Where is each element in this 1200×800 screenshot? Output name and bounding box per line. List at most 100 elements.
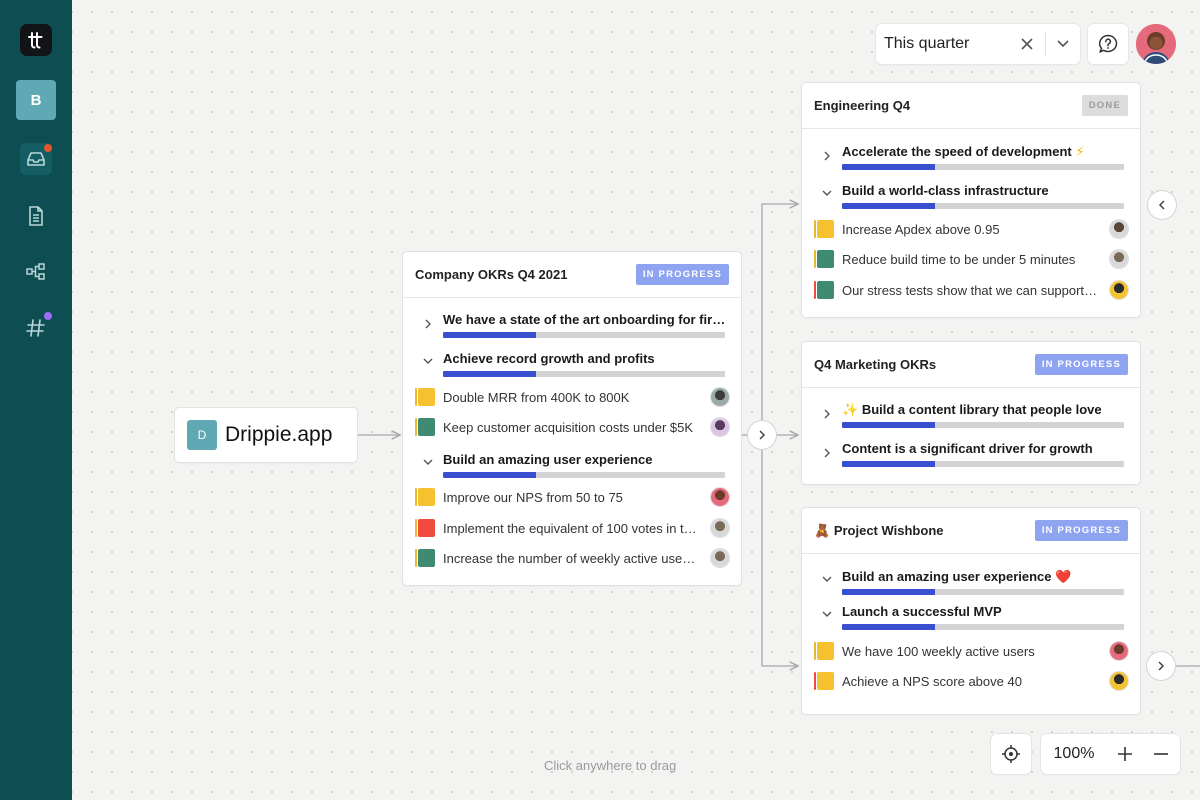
objective-title: Achieve record growth and profits <box>443 351 655 366</box>
okr-card-company[interactable]: Company OKRs Q4 2021 IN PROGRESS We have… <box>403 252 741 585</box>
recenter-button[interactable] <box>991 734 1031 774</box>
objective-title: We have a state of the art onboarding fo… <box>443 312 727 327</box>
help-icon <box>1099 34 1118 53</box>
objective-progress <box>842 422 1124 428</box>
objective-progress <box>842 461 1124 467</box>
plus-icon <box>1118 747 1132 761</box>
chevron-left-icon <box>1158 200 1165 210</box>
key-result-row[interactable]: Increase the number of weekly active use… <box>415 546 729 570</box>
key-result-row[interactable]: Reduce build time to be under 5 minutes <box>814 247 1128 271</box>
objective-title: Build an amazing user experience ❤️ <box>842 569 1072 584</box>
okr-card-wishbone[interactable]: 🧸 Project Wishbone IN PROGRESS Build an … <box>802 508 1140 714</box>
key-result-row[interactable]: Our stress tests show that we can suppor… <box>814 278 1128 302</box>
objective-row[interactable]: Accelerate the speed of development ⚡ <box>802 143 1140 181</box>
avatar <box>711 549 729 567</box>
workspace-button[interactable]: B <box>16 80 56 120</box>
zoom-level: 100% <box>1053 745 1095 762</box>
document-icon[interactable] <box>20 200 52 232</box>
root-node[interactable]: D Drippie.app <box>175 408 357 462</box>
key-result-text: Keep customer acquisition costs under $5… <box>443 419 694 435</box>
chevron-down-icon <box>822 190 832 196</box>
chevron-right-icon <box>824 409 830 419</box>
avatar <box>711 388 729 406</box>
avatar <box>711 418 729 436</box>
sidebar: B <box>0 0 72 800</box>
key-result-row[interactable]: Keep customer acquisition costs under $5… <box>415 415 729 439</box>
org-tree-icon[interactable] <box>20 256 52 288</box>
objective-progress <box>443 371 725 377</box>
zoom-in-button[interactable] <box>1107 734 1143 774</box>
key-result-row[interactable]: Double MRR from 400K to 800K <box>415 385 729 409</box>
root-name: Drippie.app <box>225 423 333 446</box>
card-title: Company OKRs Q4 2021 <box>415 267 568 282</box>
avatar <box>1110 672 1128 690</box>
avatar <box>711 519 729 537</box>
help-button[interactable] <box>1088 24 1128 64</box>
status-badge: IN PROGRESS <box>1034 354 1128 375</box>
status-badge: DONE <box>1081 95 1128 116</box>
objective-title: ✨ Build a content library that people lo… <box>842 402 1102 417</box>
objective-row[interactable]: Build an amazing user experience <box>403 451 741 489</box>
key-result-row[interactable]: Increase Apdex above 0.95 <box>814 217 1128 241</box>
card-title: Q4 Marketing OKRs <box>814 357 937 372</box>
app-logo-icon[interactable] <box>20 24 52 56</box>
chevron-right-icon <box>824 448 830 458</box>
objective-progress <box>842 164 1124 170</box>
key-result-row[interactable]: Implement the equivalent of 100 votes in… <box>415 516 729 540</box>
status-badge: IN PROGRESS <box>1034 520 1128 541</box>
avatar <box>711 488 729 506</box>
zoom-controls: 100% <box>1041 734 1180 774</box>
objective-progress <box>842 589 1124 595</box>
expand-children-button[interactable] <box>748 421 776 449</box>
chevron-right-icon <box>824 151 830 161</box>
zoom-out-button[interactable] <box>1143 734 1179 774</box>
key-result-text: Double MRR from 400K to 800K <box>443 389 630 405</box>
objective-row[interactable]: Build a world-class infrastructure <box>802 182 1140 220</box>
avatar <box>1110 250 1128 268</box>
period-selector[interactable]: This quarter <box>876 24 1080 64</box>
objective-progress <box>842 203 1124 209</box>
objective-title: Build an amazing user experience <box>443 452 653 467</box>
root-badge: D <box>187 420 217 450</box>
user-avatar[interactable] <box>1136 24 1176 64</box>
card-title: Engineering Q4 <box>814 98 911 113</box>
objective-title: Launch a successful MVP <box>842 604 1002 619</box>
chevron-down-icon <box>423 459 433 465</box>
key-result-row[interactable]: Improve our NPS from 50 to 75 <box>415 485 729 509</box>
objective-row[interactable]: Achieve record growth and profits <box>403 350 741 388</box>
hashtag-notification-dot <box>44 312 52 320</box>
okr-card-marketing[interactable]: Q4 Marketing OKRs IN PROGRESS ✨ Build a … <box>802 342 1140 484</box>
key-result-text: Achieve a NPS score above 40 <box>842 673 1022 689</box>
objective-row[interactable]: Build an amazing user experience ❤️ <box>802 568 1140 606</box>
okr-card-engineering[interactable]: Engineering Q4 DONE Accelerate the speed… <box>802 83 1140 317</box>
objective-title: Accelerate the speed of development ⚡ <box>842 144 1085 159</box>
objective-title: Build a world-class infrastructure <box>842 183 1049 198</box>
objective-progress <box>443 332 725 338</box>
key-result-row[interactable]: We have 100 weekly active users <box>814 639 1128 663</box>
clear-icon[interactable] <box>1009 24 1045 64</box>
objective-row[interactable]: ✨ Build a content library that people lo… <box>802 401 1140 439</box>
chevron-right-icon <box>425 319 431 329</box>
avatar <box>1110 281 1128 299</box>
collapse-button[interactable] <box>1148 191 1176 219</box>
chevron-down-icon <box>822 611 832 617</box>
minus-icon <box>1154 753 1168 755</box>
objective-progress <box>842 624 1124 630</box>
objective-row[interactable]: Content is a significant driver for grow… <box>802 440 1140 478</box>
key-result-text: Reduce build time to be under 5 minutes <box>842 251 1076 267</box>
status-badge: IN PROGRESS <box>635 264 729 285</box>
key-result-row[interactable]: Achieve a NPS score above 40 <box>814 669 1128 693</box>
hashtag-icon[interactable] <box>20 312 52 344</box>
expand-button[interactable] <box>1147 652 1175 680</box>
objective-row[interactable]: Launch a successful MVP <box>802 603 1140 641</box>
key-result-text: Increase the number of weekly active use… <box>443 550 711 566</box>
avatar <box>1110 220 1128 238</box>
key-result-text: Implement the equivalent of 100 votes in… <box>443 520 711 536</box>
inbox-icon[interactable] <box>20 143 52 175</box>
crosshair-icon <box>1002 745 1020 763</box>
key-result-text: Increase Apdex above 0.95 <box>842 221 1000 237</box>
chevron-down-icon[interactable] <box>1046 24 1080 64</box>
drag-hint: Click anywhere to drag <box>544 758 677 773</box>
objective-row[interactable]: We have a state of the art onboarding fo… <box>403 311 741 349</box>
chevron-down-icon <box>822 576 832 582</box>
